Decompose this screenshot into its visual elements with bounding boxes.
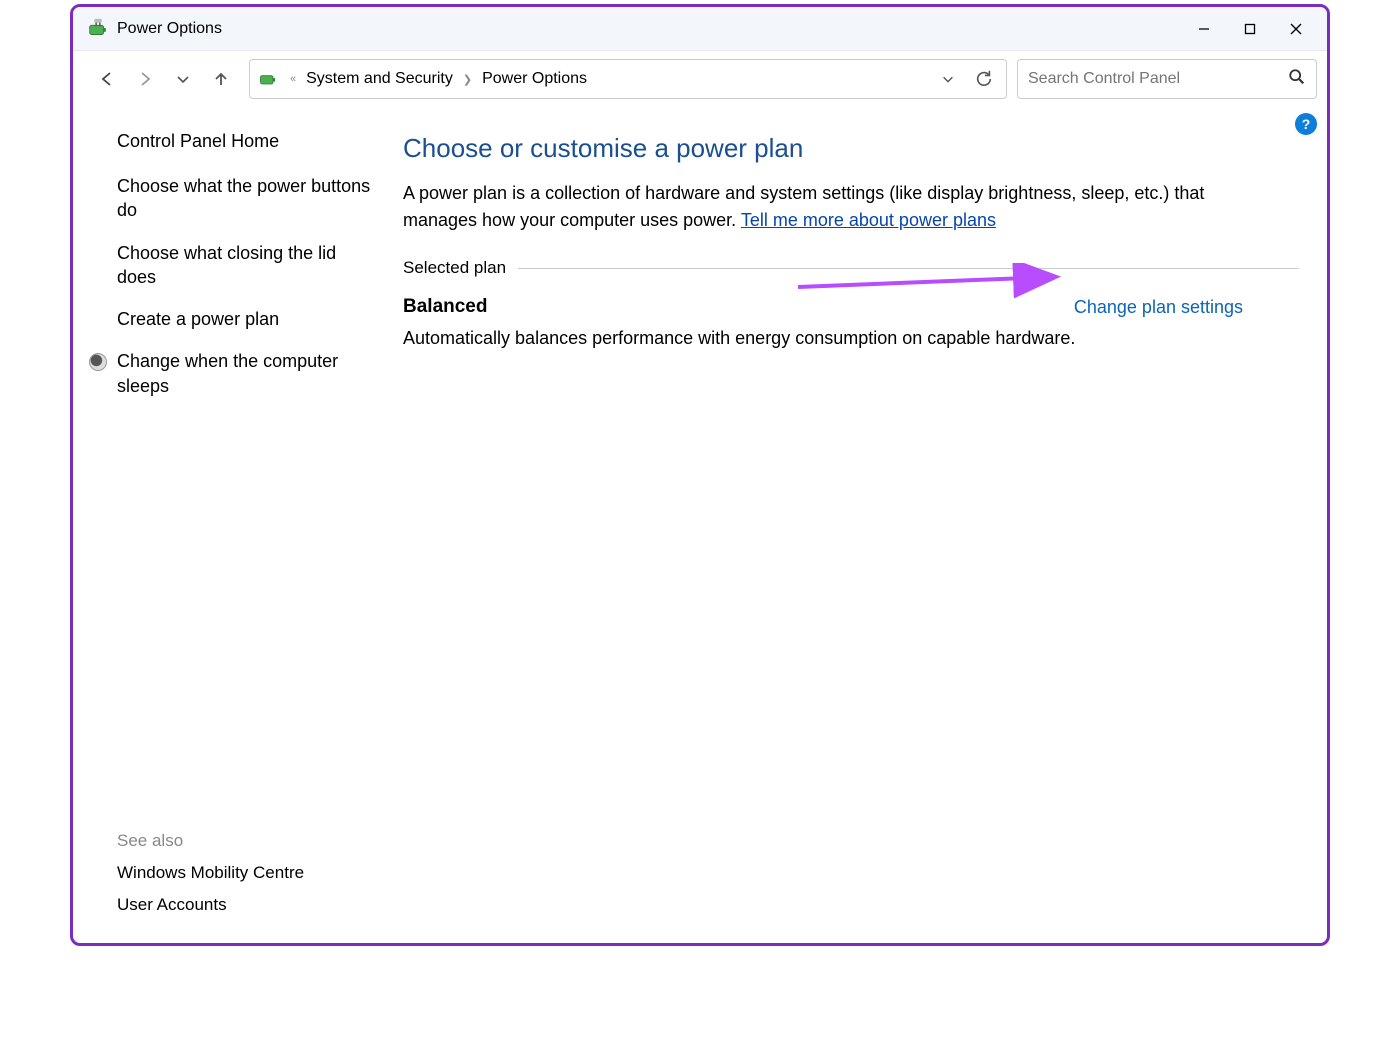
chevron-right-icon[interactable]: ❯ bbox=[457, 73, 478, 86]
sidebar-link-lid[interactable]: Choose what closing the lid does bbox=[117, 241, 373, 290]
power-options-icon bbox=[87, 18, 109, 40]
sidebar: Control Panel Home Choose what the power… bbox=[73, 107, 393, 943]
help-button[interactable]: ? bbox=[1295, 113, 1317, 135]
maximize-button[interactable] bbox=[1227, 7, 1273, 51]
section-selected-plan: Selected plan bbox=[403, 258, 1299, 278]
address-bar[interactable]: « System and Security ❯ Power Options bbox=[249, 59, 1007, 99]
search-input[interactable] bbox=[1028, 70, 1288, 88]
window: Power Options bbox=[70, 4, 1330, 946]
plan-row: Balanced Change plan settings bbox=[403, 296, 1243, 318]
titlebar: Power Options bbox=[73, 7, 1327, 51]
page-intro: A power plan is a collection of hardware… bbox=[403, 180, 1243, 234]
body: Control Panel Home Choose what the power… bbox=[73, 107, 1327, 943]
plan-description: Automatically balances performance with … bbox=[403, 328, 1299, 349]
sidebar-link-create-plan[interactable]: Create a power plan bbox=[117, 307, 373, 331]
up-button[interactable] bbox=[203, 61, 239, 97]
forward-button[interactable] bbox=[127, 61, 163, 97]
window-title: Power Options bbox=[117, 20, 222, 38]
search-box[interactable] bbox=[1017, 59, 1317, 99]
recent-dropdown[interactable] bbox=[165, 61, 201, 97]
sidebar-link-sleeps[interactable]: Change when the computer sleeps bbox=[117, 349, 373, 398]
search-icon[interactable] bbox=[1288, 68, 1306, 91]
change-plan-settings-link[interactable]: Change plan settings bbox=[1074, 297, 1243, 318]
tell-me-more-link[interactable]: Tell me more about power plans bbox=[741, 210, 996, 230]
sidebar-link-power-buttons[interactable]: Choose what the power buttons do bbox=[117, 174, 373, 223]
breadcrumb-overflow[interactable]: « bbox=[284, 73, 302, 85]
close-button[interactable] bbox=[1273, 7, 1319, 51]
minimize-button[interactable] bbox=[1181, 7, 1227, 51]
breadcrumb-parent[interactable]: System and Security bbox=[302, 70, 457, 88]
plan-name: Balanced bbox=[403, 296, 487, 318]
divider bbox=[518, 268, 1299, 269]
back-button[interactable] bbox=[89, 61, 125, 97]
see-also-mobility[interactable]: Windows Mobility Centre bbox=[117, 863, 373, 883]
see-also-label: See also bbox=[117, 831, 373, 851]
address-dropdown[interactable] bbox=[930, 61, 966, 97]
nav-row: « System and Security ❯ Power Options bbox=[73, 51, 1327, 107]
control-panel-home-link[interactable]: Control Panel Home bbox=[117, 131, 373, 152]
see-also-user-accounts[interactable]: User Accounts bbox=[117, 895, 373, 915]
power-options-icon bbox=[258, 69, 278, 89]
page-heading: Choose or customise a power plan bbox=[403, 133, 1299, 164]
refresh-button[interactable] bbox=[966, 61, 1002, 97]
main-pane: ? Choose or customise a power plan A pow… bbox=[393, 107, 1327, 943]
breadcrumb-current[interactable]: Power Options bbox=[478, 70, 591, 88]
section-label-text: Selected plan bbox=[403, 258, 506, 278]
